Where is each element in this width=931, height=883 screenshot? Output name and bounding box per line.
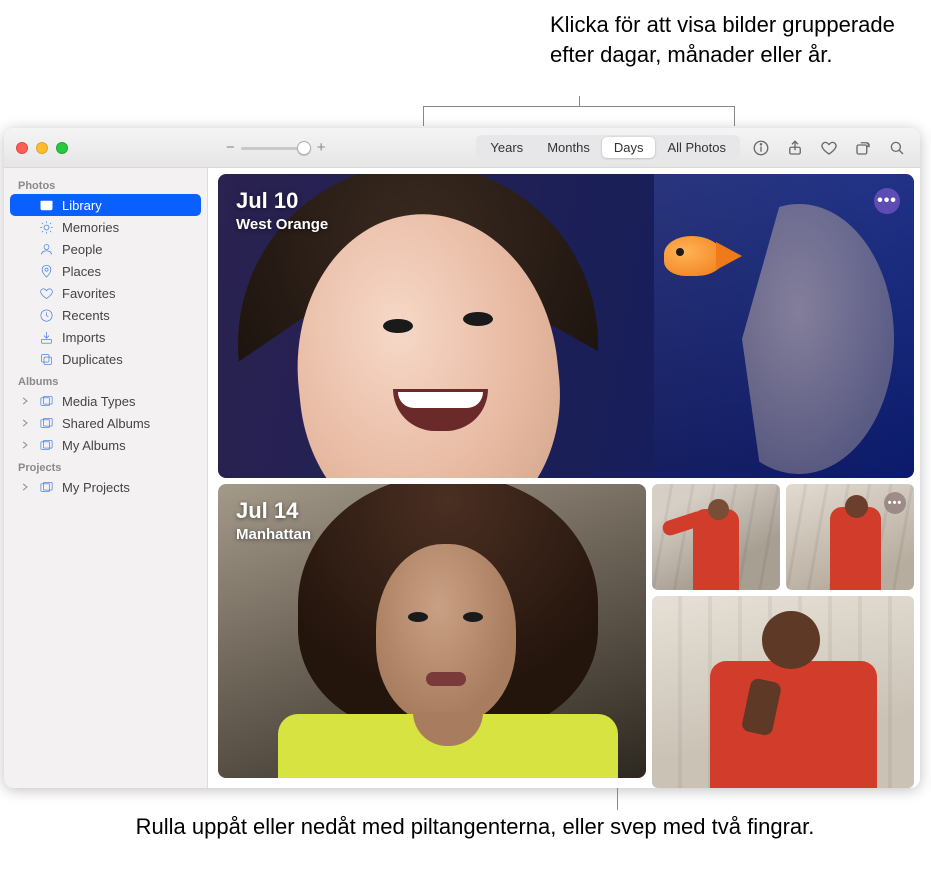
sidebar-item-label: Duplicates: [62, 352, 123, 367]
day-place: Manhattan: [236, 526, 311, 543]
sidebar-section-albums: Albums: [4, 370, 207, 390]
clock-icon: [38, 307, 54, 323]
folder-icon: [38, 479, 54, 495]
photo-thumbnail[interactable]: •••: [786, 484, 914, 590]
segment-years[interactable]: Years: [478, 137, 535, 158]
sidebar-item-media-types[interactable]: Media Types: [10, 390, 201, 412]
sidebar-item-library[interactable]: Library: [10, 194, 201, 216]
day-date: Jul 10: [236, 188, 328, 214]
album-icon: [38, 415, 54, 431]
sidebar-item-people[interactable]: People: [10, 238, 201, 260]
photo-thumbnail[interactable]: [652, 484, 780, 590]
day-hero-photo[interactable]: Jul 14 Manhattan: [218, 484, 646, 778]
day-date: Jul 14: [236, 498, 311, 524]
sidebar-item-label: Recents: [62, 308, 110, 323]
sidebar-item-label: Shared Albums: [62, 416, 150, 431]
people-icon: [38, 241, 54, 257]
segment-days[interactable]: Days: [602, 137, 656, 158]
places-icon: [38, 263, 54, 279]
callout-line: [579, 96, 580, 106]
zoom-slider[interactable]: [241, 141, 311, 155]
search-icon[interactable]: [888, 139, 906, 157]
callout-line: [617, 788, 618, 810]
segment-all-photos[interactable]: All Photos: [655, 137, 738, 158]
sidebar: Photos Library Memories People Places Fa…: [4, 168, 208, 788]
zoom-out-button[interactable]: −: [226, 139, 235, 156]
segment-months[interactable]: Months: [535, 137, 602, 158]
sidebar-item-label: People: [62, 242, 102, 257]
chevron-right-icon: [20, 418, 30, 428]
duplicates-icon: [38, 351, 54, 367]
sidebar-item-my-albums[interactable]: My Albums: [10, 434, 201, 456]
sidebar-item-label: Memories: [62, 220, 119, 235]
day-hero-photo[interactable]: Jul 10 West Orange •••: [218, 174, 914, 478]
sidebar-item-label: Library: [62, 198, 102, 213]
sidebar-item-label: Favorites: [62, 286, 115, 301]
day-group: Jul 10 West Orange •••: [218, 174, 914, 478]
chevron-right-icon: [20, 396, 30, 406]
fullscreen-button[interactable]: [56, 142, 68, 154]
sidebar-item-shared-albums[interactable]: Shared Albums: [10, 412, 201, 434]
sidebar-item-label: Imports: [62, 330, 105, 345]
sidebar-item-label: Places: [62, 264, 101, 279]
more-button[interactable]: •••: [874, 188, 900, 214]
chevron-right-icon: [20, 482, 30, 492]
minimize-button[interactable]: [36, 142, 48, 154]
zoom-control: − +: [226, 139, 326, 156]
sidebar-section-projects: Projects: [4, 456, 207, 476]
sidebar-item-label: My Albums: [62, 438, 126, 453]
rotate-icon[interactable]: [854, 139, 872, 157]
import-icon: [38, 329, 54, 345]
window-titlebar: − + Years Months Days All Photos: [4, 128, 920, 168]
zoom-in-button[interactable]: +: [317, 139, 326, 156]
day-header: Jul 14 Manhattan: [236, 498, 311, 543]
day-place: West Orange: [236, 216, 328, 233]
album-icon: [38, 393, 54, 409]
day-header: Jul 10 West Orange: [236, 188, 328, 233]
sidebar-item-favorites[interactable]: Favorites: [10, 282, 201, 304]
heart-icon: [38, 285, 54, 301]
photo-grid[interactable]: Jul 10 West Orange ••• Jul 14 Manhattan: [208, 168, 920, 788]
toolbar-icons: [752, 139, 906, 157]
info-icon[interactable]: [752, 139, 770, 157]
library-icon: [38, 197, 54, 213]
sidebar-item-duplicates[interactable]: Duplicates: [10, 348, 201, 370]
close-button[interactable]: [16, 142, 28, 154]
sidebar-item-label: My Projects: [62, 480, 130, 495]
memories-icon: [38, 219, 54, 235]
share-icon[interactable]: [786, 139, 804, 157]
day-group: Jul 14 Manhattan •••: [218, 484, 914, 788]
sidebar-item-my-projects[interactable]: My Projects: [10, 476, 201, 498]
chevron-right-icon: [20, 440, 30, 450]
sidebar-item-memories[interactable]: Memories: [10, 216, 201, 238]
sidebar-item-label: Media Types: [62, 394, 135, 409]
window-controls: [16, 142, 76, 154]
favorite-icon[interactable]: [820, 139, 838, 157]
album-icon: [38, 437, 54, 453]
sidebar-section-photos: Photos: [4, 174, 207, 194]
callout-bottom: Rulla uppåt eller nedåt med piltangenter…: [80, 812, 870, 842]
photos-window: − + Years Months Days All Photos: [4, 128, 920, 788]
sidebar-item-imports[interactable]: Imports: [10, 326, 201, 348]
callout-line: [423, 106, 735, 126]
callout-top: Klicka för att visa bilder grupperade ef…: [550, 10, 910, 69]
view-segmented-control: Years Months Days All Photos: [476, 135, 740, 160]
sidebar-item-places[interactable]: Places: [10, 260, 201, 282]
more-button[interactable]: •••: [884, 492, 906, 514]
photo-thumbnail[interactable]: [652, 596, 914, 788]
sidebar-item-recents[interactable]: Recents: [10, 304, 201, 326]
